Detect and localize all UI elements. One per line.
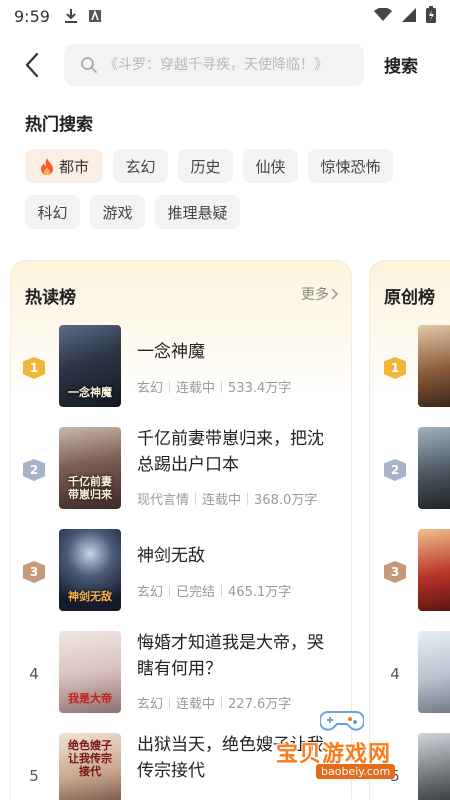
wifi-icon (374, 6, 392, 26)
status-right (374, 5, 436, 27)
hot-read-title: 热读榜 (25, 288, 76, 308)
book-genre: 玄幻 (137, 585, 164, 600)
book-cover[interactable] (418, 631, 450, 713)
search-box[interactable] (64, 44, 364, 86)
cover-title: 一念神魔 (68, 386, 112, 399)
rank-badge: 3 (23, 561, 45, 583)
tag-label: 科幻 (37, 203, 68, 222)
book-item[interactable]: 2 千亿前妻带崽归来 千亿前妻带崽归来，把沈总踢出户口本 现代言情 连载中 36… (11, 427, 351, 517)
tag-kehuan[interactable]: 科幻 (25, 195, 80, 229)
chevron-right-icon (331, 288, 339, 300)
book-cover: 千亿前妻带崽归来 (59, 427, 121, 509)
tag-label: 仙侠 (255, 157, 286, 176)
search-button[interactable]: 搜索 (384, 52, 418, 77)
tag-xuanhuan[interactable]: 玄幻 (113, 149, 168, 183)
book-meta: 现代言情 连载中 368.0万字 (137, 489, 317, 508)
book-word-count: 465.1万字 (228, 585, 292, 600)
rank-number: 4 (29, 665, 39, 683)
divider (169, 584, 171, 597)
back-button[interactable] (18, 50, 46, 80)
rank-badge: 2 (384, 459, 406, 481)
divider (169, 696, 171, 709)
tag-label: 游戏 (102, 203, 133, 222)
book-word-count: 533.4万字 (228, 381, 292, 396)
cover-title: 我是大帝 (68, 692, 112, 705)
fire-icon (39, 157, 55, 175)
rank-badge: 1 (23, 357, 45, 379)
book-cover: 神剑无敌 (59, 529, 121, 611)
book-title: 一念神魔 (137, 342, 205, 362)
download-icon (64, 8, 78, 24)
book-cover[interactable] (418, 427, 450, 509)
original-title: 原创榜 (384, 288, 435, 308)
book-item[interactable]: 1 一念神魔 一念神魔 玄幻 连载中 533.4万字 (11, 325, 351, 415)
tag-label: 都市 (58, 157, 89, 176)
tag-label: 惊悚恐怖 (320, 157, 381, 176)
book-word-count: 368.0万字 (254, 493, 318, 508)
search-bar: 搜索 (0, 44, 450, 86)
tag-label: 推理悬疑 (167, 203, 228, 222)
rank-badge: 1 (384, 357, 406, 379)
book-status: 连载中 (176, 697, 216, 712)
book-meta: 玄幻 已完结 465.1万字 (137, 581, 291, 600)
rank-badge: 3 (384, 561, 406, 583)
book-status: 连载中 (202, 493, 242, 508)
divider (195, 492, 197, 505)
more-button[interactable]: 更多 (301, 284, 339, 304)
tag-lishi[interactable]: 历史 (178, 149, 233, 183)
book-genre: 玄幻 (137, 381, 164, 396)
rank-badge: 2 (23, 459, 45, 481)
book-meta: 玄幻 连载中 227.6万字 (137, 693, 291, 712)
rank-number: 4 (390, 665, 400, 683)
divider (247, 492, 249, 505)
cover-title: 绝色嫂子让我传宗接代 (68, 739, 112, 778)
book-cover: 我是大帝 (59, 631, 121, 713)
screen: 9:59 搜索 (0, 0, 450, 800)
cover-title: 神剑无敌 (68, 590, 112, 603)
book-status: 已完结 (176, 585, 216, 600)
hot-search-title: 热门搜索 (25, 115, 93, 135)
tag-label: 历史 (190, 157, 221, 176)
book-cover: 一念神魔 (59, 325, 121, 407)
tag-label: 玄幻 (125, 157, 156, 176)
search-input[interactable] (104, 57, 354, 73)
tag-jingsong[interactable]: 惊悚恐怖 (308, 149, 393, 183)
signal-icon (402, 7, 416, 26)
cover-title: 千亿前妻带崽归来 (68, 475, 112, 501)
book-title: 悔婚才知道我是大帝，哭瞎有何用？ (137, 633, 324, 679)
divider (221, 380, 223, 393)
tag-tuili[interactable]: 推理悬疑 (155, 195, 240, 229)
divider (221, 584, 223, 597)
battery-icon (426, 5, 436, 27)
tag-youxi[interactable]: 游戏 (90, 195, 145, 229)
more-label: 更多 (301, 287, 329, 303)
divider (169, 380, 171, 393)
book-item[interactable]: 3 神剑无敌 神剑无敌 玄幻 已完结 465.1万字 (11, 529, 351, 619)
app-notification-icon (88, 9, 102, 23)
book-status: 连载中 (176, 381, 216, 396)
tag-dushi[interactable]: 都市 (25, 149, 103, 183)
tag-xianxia[interactable]: 仙侠 (243, 149, 298, 183)
watermark-logo: 宝贝游戏网 baobeiy.com (276, 706, 426, 786)
rank-number: 5 (29, 767, 39, 785)
search-icon (80, 56, 98, 74)
status-bar: 9:59 (0, 0, 450, 32)
book-cover[interactable] (418, 529, 450, 611)
watermark-url: baobeiy.com (316, 764, 396, 779)
gamepad-icon (320, 711, 364, 731)
book-meta: 玄幻 连载中 533.4万字 (137, 377, 291, 396)
book-cover: 绝色嫂子让我传宗接代 (59, 733, 121, 800)
divider (221, 696, 223, 709)
book-cover[interactable] (418, 325, 450, 407)
book-title: 神剑无敌 (137, 546, 205, 566)
back-arrow-icon (25, 52, 39, 78)
book-genre: 现代言情 (137, 493, 190, 508)
book-title: 千亿前妻带崽归来，把沈总踢出户口本 (137, 429, 324, 475)
book-genre: 玄幻 (137, 697, 164, 712)
status-time: 9:59 (14, 6, 50, 26)
